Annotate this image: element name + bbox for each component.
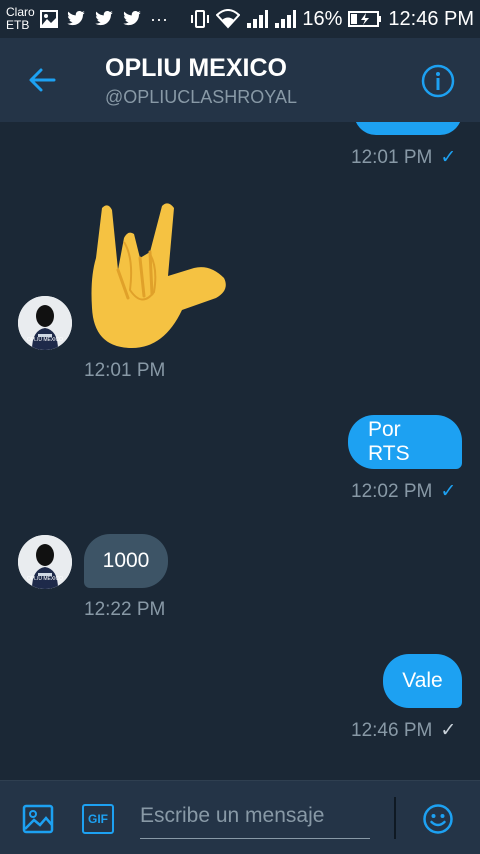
message-text: 1000: [102, 549, 150, 572]
battery-charging-icon: [348, 11, 382, 27]
vibrate-icon: [191, 10, 210, 28]
composer-divider: [394, 797, 396, 839]
twitter-icon: [95, 11, 113, 26]
status-bar: Claro ETB ··· 16% 12:46 PM: [0, 0, 480, 38]
info-icon[interactable]: [421, 64, 455, 98]
message-text: Vale: [402, 669, 443, 692]
gif-label: GIF: [88, 812, 108, 826]
signal-icon: [247, 10, 269, 28]
conversation-handle: @OPLIUCLASHROYAL: [105, 87, 297, 107]
emoji-message[interactable]: [84, 198, 234, 358]
system-status: 16% 12:46 PM: [190, 8, 474, 31]
avatar[interactable]: OPLIU MEXICO: [18, 296, 72, 350]
wifi-icon: [216, 9, 241, 29]
timestamp-text: 12:02 PM: [351, 481, 433, 502]
more-icon: ···: [150, 8, 168, 29]
twitter-icon: [67, 11, 85, 26]
carrier-line-2: ETB: [6, 18, 30, 32]
conversation-title: OPLIU MEXICO: [105, 54, 287, 82]
message-composer: GIF: [0, 780, 480, 854]
timestamp-text: 12:46 PM: [351, 720, 433, 741]
battery-percent: 16%: [302, 7, 343, 30]
carrier-label: Claro ETB: [6, 6, 40, 32]
incoming-message-bubble[interactable]: 1000: [84, 534, 168, 588]
message-list[interactable]: 12:01 PM ✓ OPLIU MEXICO 12:01 PM Por RTS …: [0, 122, 480, 780]
timestamp-text: 12:01 PM: [351, 147, 433, 168]
outgoing-message-bubble[interactable]: [354, 122, 462, 135]
image-icon[interactable]: [22, 803, 54, 835]
message-timestamp: 12:02 PM ✓: [351, 480, 456, 503]
avatar-image: OPLIU MEXICO: [18, 535, 72, 589]
check-icon: ✓: [440, 720, 457, 741]
message-text: Por RTS: [368, 418, 410, 465]
love-you-gesture-icon: [91, 203, 226, 348]
avatar[interactable]: OPLIU MEXICO: [18, 535, 72, 589]
check-icon: ✓: [440, 147, 457, 168]
clock: 12:46 PM: [388, 7, 474, 30]
outgoing-message-bubble[interactable]: Por RTS: [348, 415, 462, 469]
signal-icon: [275, 10, 297, 28]
message-timestamp: 12:22 PM: [84, 599, 166, 620]
gif-button[interactable]: GIF: [82, 804, 114, 834]
avatar-label: OPLIU MEXICO: [27, 576, 63, 582]
message-input[interactable]: [140, 793, 370, 839]
avatar-image: OPLIU MEXICO: [18, 296, 72, 350]
image-icon: [40, 10, 58, 28]
message-timestamp: 12:01 PM: [84, 360, 166, 381]
outgoing-message-bubble[interactable]: Vale: [383, 654, 462, 708]
avatar-label: OPLIU MEXICO: [27, 337, 63, 343]
check-icon: ✓: [440, 481, 457, 502]
back-arrow-icon[interactable]: [26, 64, 58, 96]
message-timestamp: 12:46 PM ✓: [351, 719, 456, 742]
emoji-icon[interactable]: [422, 803, 454, 835]
twitter-icon: [123, 11, 141, 26]
notification-icons: ···: [40, 9, 168, 30]
conversation-header: OPLIU MEXICO @OPLIUCLASHROYAL: [0, 38, 480, 122]
message-timestamp: 12:01 PM ✓: [351, 146, 456, 169]
